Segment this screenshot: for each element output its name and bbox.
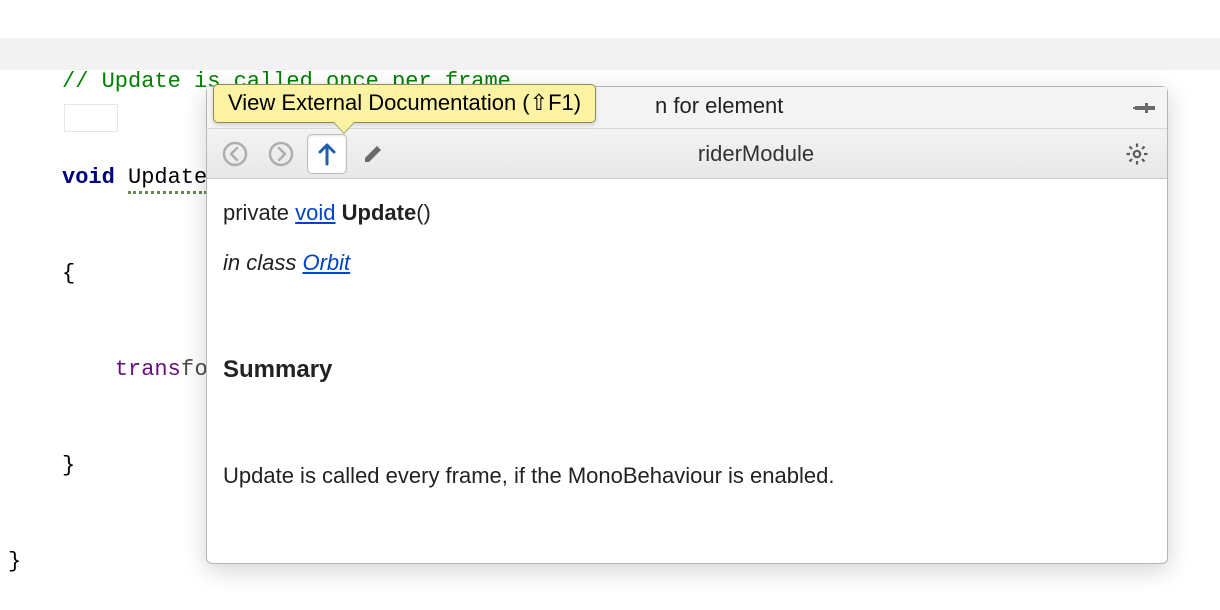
edit-button[interactable] — [353, 134, 393, 174]
brace-open: { — [62, 261, 75, 286]
signature-line: private void Update() — [223, 197, 1151, 229]
keyword-void: void — [62, 165, 115, 190]
tooltip: View External Documentation (⇧F1) — [213, 84, 596, 123]
tooltip-text: View External Documentation (⇧F1) — [228, 90, 581, 115]
popup-body: private void Update() in class Orbit Sum… — [207, 179, 1167, 503]
forward-button[interactable] — [261, 134, 301, 174]
popup-header-fragment: n for element — [655, 93, 783, 119]
signature-parens: () — [416, 200, 431, 225]
signature-void-link[interactable]: void — [295, 200, 335, 225]
brace-close: } — [62, 453, 75, 478]
summary-text: Update is called every frame, if the Mon… — [223, 460, 1151, 492]
method-name-update[interactable]: Update — [128, 165, 207, 194]
identifier-trans: trans — [115, 357, 181, 382]
back-button[interactable] — [215, 134, 255, 174]
toolbar-title: riderModule — [399, 141, 1113, 167]
popup-toolbar: riderModule — [207, 129, 1167, 179]
indent-guide-box — [64, 104, 118, 132]
signature-method-name: Update — [342, 200, 417, 225]
summary-heading: Summary — [223, 353, 1151, 388]
in-class-link[interactable]: Orbit — [302, 250, 350, 275]
external-docs-button[interactable] — [307, 134, 347, 174]
signature-private: private — [223, 200, 295, 225]
settings-button[interactable] — [1117, 134, 1157, 174]
pin-icon[interactable] — [1133, 96, 1157, 120]
documentation-popup: n for element — [206, 86, 1168, 564]
in-class-prefix: in class — [223, 250, 302, 275]
outer-brace-close: } — [8, 549, 21, 574]
in-class-line: in class Orbit — [223, 247, 1151, 279]
